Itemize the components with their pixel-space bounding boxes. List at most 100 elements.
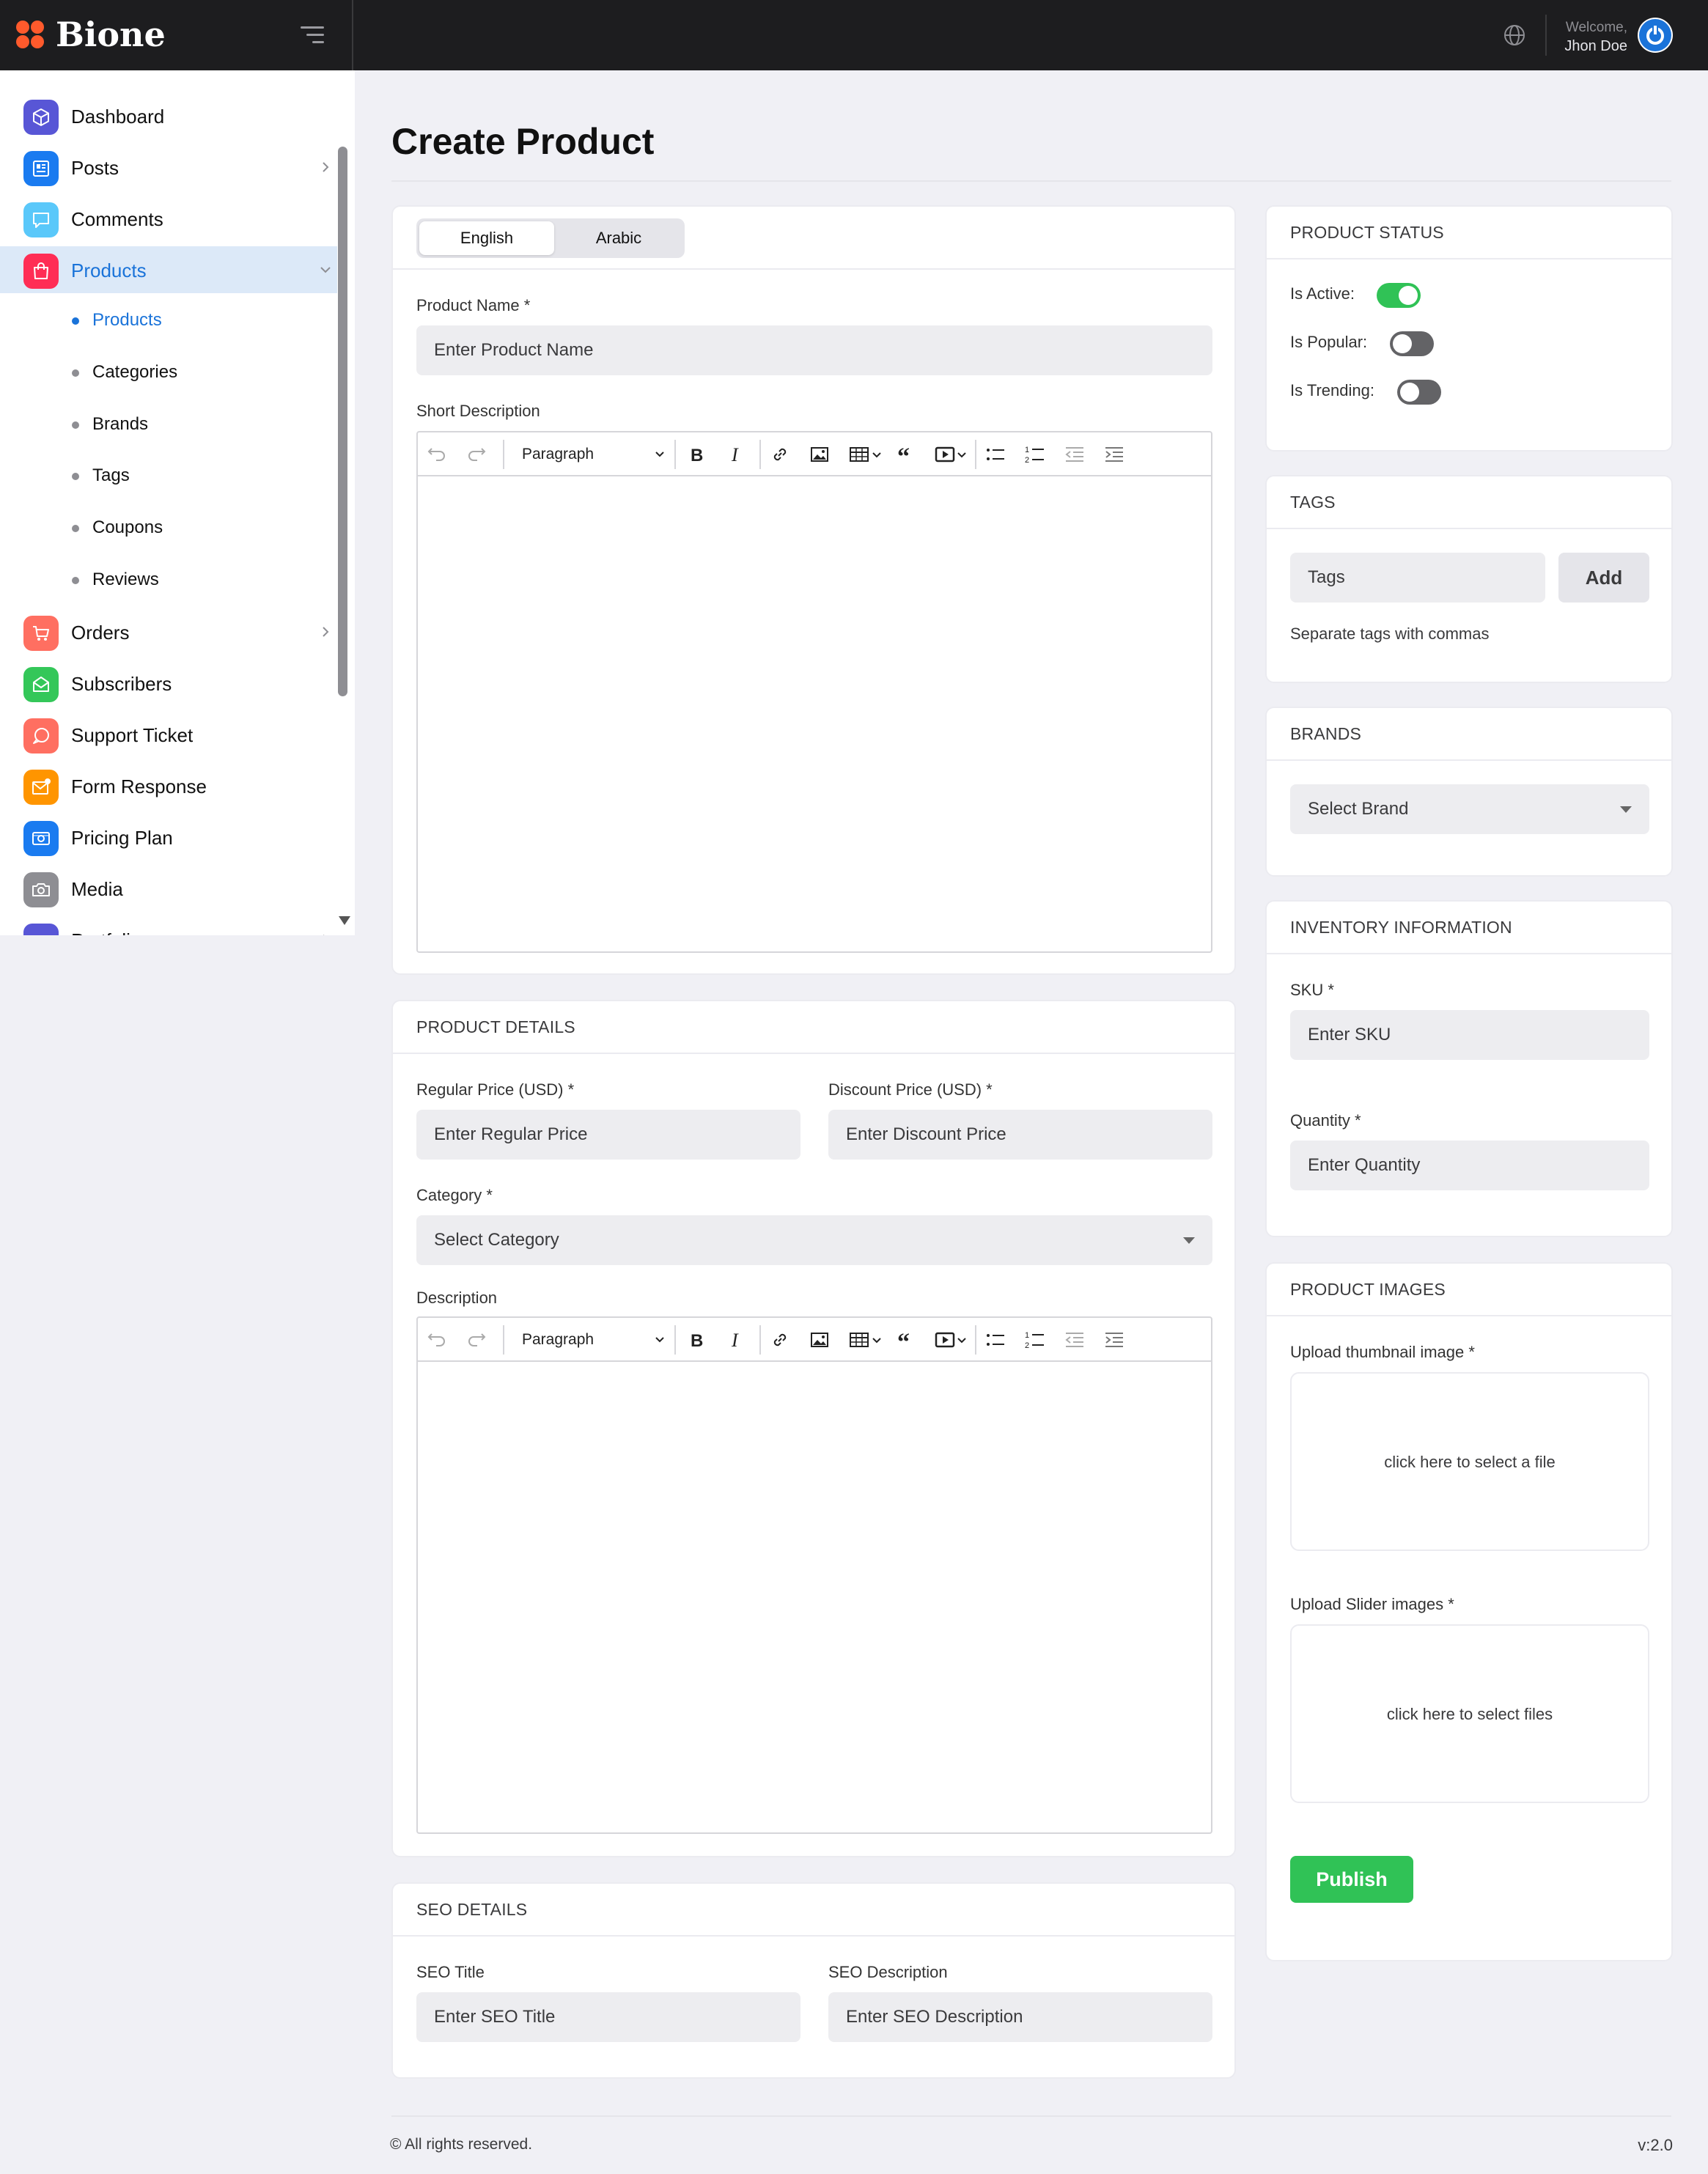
sidebar-item-support-ticket[interactable]: Support Ticket <box>0 711 337 758</box>
brand-select[interactable]: Select Brand <box>1290 784 1649 834</box>
add-tag-button[interactable]: Add <box>1558 553 1649 603</box>
seo-title-label: SEO Title <box>416 1963 485 1981</box>
tags-input[interactable] <box>1290 553 1545 603</box>
quote-icon[interactable]: “ <box>894 443 918 466</box>
is-active-toggle[interactable] <box>1377 283 1421 308</box>
sidebar-subitem-coupons[interactable]: Coupons <box>0 507 337 548</box>
sidebar-subitem-products[interactable]: Products <box>0 300 337 341</box>
sidebar-item-comments[interactable]: Comments <box>0 195 337 242</box>
chevron-down-icon[interactable] <box>869 443 884 466</box>
sidebar-item-form-response[interactable]: Form Response <box>0 762 337 809</box>
regular-price-input[interactable] <box>416 1110 800 1160</box>
product-name-label: Product Name * <box>416 296 531 314</box>
discount-price-input[interactable] <box>828 1110 1212 1160</box>
category-select[interactable]: Select Category <box>416 1215 1212 1265</box>
bulleted-list-icon[interactable] <box>984 443 1007 466</box>
chevron-down-icon[interactable] <box>954 443 969 466</box>
thumbnail-dropzone[interactable]: click here to select a file <box>1290 1372 1649 1551</box>
product-name-input[interactable] <box>416 325 1212 375</box>
redo-icon[interactable] <box>465 1328 488 1352</box>
envelope-icon <box>23 667 59 702</box>
image-icon[interactable] <box>808 1328 831 1352</box>
numbered-list-icon[interactable]: 12 <box>1023 443 1047 466</box>
image-icon[interactable] <box>808 443 831 466</box>
sidebar-item-label: Pricing Plan <box>71 827 173 849</box>
bullet-icon <box>72 369 79 377</box>
scroll-down-arrow-icon[interactable] <box>339 916 350 925</box>
numbered-list-icon[interactable]: 12 <box>1023 1328 1047 1352</box>
sku-input[interactable] <box>1290 1010 1649 1060</box>
footer-divider <box>391 2115 1671 2117</box>
regular-price-label: Regular Price (USD) * <box>416 1080 575 1099</box>
sidebar-item-media[interactable]: Media <box>0 865 337 912</box>
sidebar-scrollbar[interactable] <box>338 147 347 696</box>
paragraph-select[interactable]: Paragraph <box>516 1325 670 1355</box>
globe-icon[interactable] <box>1503 23 1526 47</box>
indent-icon[interactable] <box>1103 1328 1126 1352</box>
product-details-card: PRODUCT DETAILS Regular Price (USD) * Di… <box>391 1000 1236 1857</box>
paragraph-select[interactable]: Paragraph <box>516 440 670 469</box>
logo-icon <box>16 21 45 50</box>
is-trending-toggle[interactable] <box>1397 380 1441 405</box>
sidebar-item-dashboard[interactable]: Dashboard <box>0 92 337 139</box>
seo-description-input[interactable] <box>828 1992 1212 2042</box>
redo-icon[interactable] <box>465 443 488 466</box>
card-header: English Arabic <box>393 207 1234 270</box>
sidebar-subitem-reviews[interactable]: Reviews <box>0 559 337 600</box>
avatar[interactable] <box>1638 18 1673 53</box>
svg-text:1: 1 <box>1025 446 1029 454</box>
editor-content-area[interactable] <box>418 1363 1211 1832</box>
language-tabs: English Arabic <box>416 218 685 258</box>
link-icon[interactable] <box>768 443 792 466</box>
seo-title-input[interactable] <box>416 1992 800 2042</box>
table-icon[interactable] <box>847 443 871 466</box>
undo-icon[interactable] <box>425 1328 449 1352</box>
bulleted-list-icon[interactable] <box>984 1328 1007 1352</box>
card-header: BRANDS <box>1267 708 1671 761</box>
quote-icon[interactable]: “ <box>894 1328 918 1352</box>
sidebar-subitem-tags[interactable]: Tags <box>0 455 337 496</box>
italic-icon[interactable]: I <box>724 443 748 466</box>
folder-icon <box>23 924 59 935</box>
sidebar-item-orders[interactable]: Orders <box>0 608 337 655</box>
publish-button[interactable]: Publish <box>1290 1856 1413 1903</box>
sidebar-item-products[interactable]: Products <box>0 246 337 293</box>
page-title: Create Product <box>391 121 655 162</box>
table-icon[interactable] <box>847 1328 871 1352</box>
card-header: PRODUCT STATUS <box>1267 207 1671 259</box>
card-title: PRODUCT IMAGES <box>1290 1280 1446 1299</box>
chevron-right-icon <box>323 627 329 637</box>
sidebar-item-pricing-plan[interactable]: Pricing Plan <box>0 814 337 861</box>
italic-icon[interactable]: I <box>724 1328 748 1352</box>
tab-arabic[interactable]: Arabic <box>556 221 682 255</box>
sidebar-subitem-label: Categories <box>92 362 178 382</box>
caret-down-icon <box>1620 806 1632 813</box>
sidebar-subitem-categories[interactable]: Categories <box>0 352 337 393</box>
indent-icon[interactable] <box>1103 443 1126 466</box>
outdent-icon[interactable] <box>1063 443 1086 466</box>
card-header: TAGS <box>1267 476 1671 529</box>
is-popular-toggle[interactable] <box>1390 331 1434 356</box>
sidebar-subitem-brands[interactable]: Brands <box>0 404 337 445</box>
bold-icon[interactable]: B <box>685 443 708 466</box>
card-title: PRODUCT STATUS <box>1290 223 1444 242</box>
toolbar-separator <box>975 1325 976 1355</box>
link-icon[interactable] <box>768 1328 792 1352</box>
menu-toggle-icon[interactable] <box>298 23 324 47</box>
sidebar-item-label: Subscribers <box>71 673 172 695</box>
toolbar-separator <box>759 1325 761 1355</box>
quantity-input[interactable] <box>1290 1141 1649 1190</box>
bold-icon[interactable]: B <box>685 1328 708 1352</box>
sidebar-item-subscribers[interactable]: Subscribers <box>0 660 337 707</box>
welcome-text: Welcome, <box>1565 20 1627 35</box>
chevron-down-icon[interactable] <box>869 1328 884 1352</box>
outdent-icon[interactable] <box>1063 1328 1086 1352</box>
editor-content-area[interactable] <box>418 478 1211 951</box>
sidebar-item-posts[interactable]: Posts <box>0 144 337 191</box>
chevron-down-icon[interactable] <box>954 1328 969 1352</box>
undo-icon[interactable] <box>425 443 449 466</box>
tab-english[interactable]: English <box>419 221 554 255</box>
sidebar-item-portfolio[interactable]: Portfolio <box>0 916 337 935</box>
slider-images-dropzone[interactable]: click here to select files <box>1290 1624 1649 1803</box>
sidebar-item-label: Posts <box>71 157 119 179</box>
